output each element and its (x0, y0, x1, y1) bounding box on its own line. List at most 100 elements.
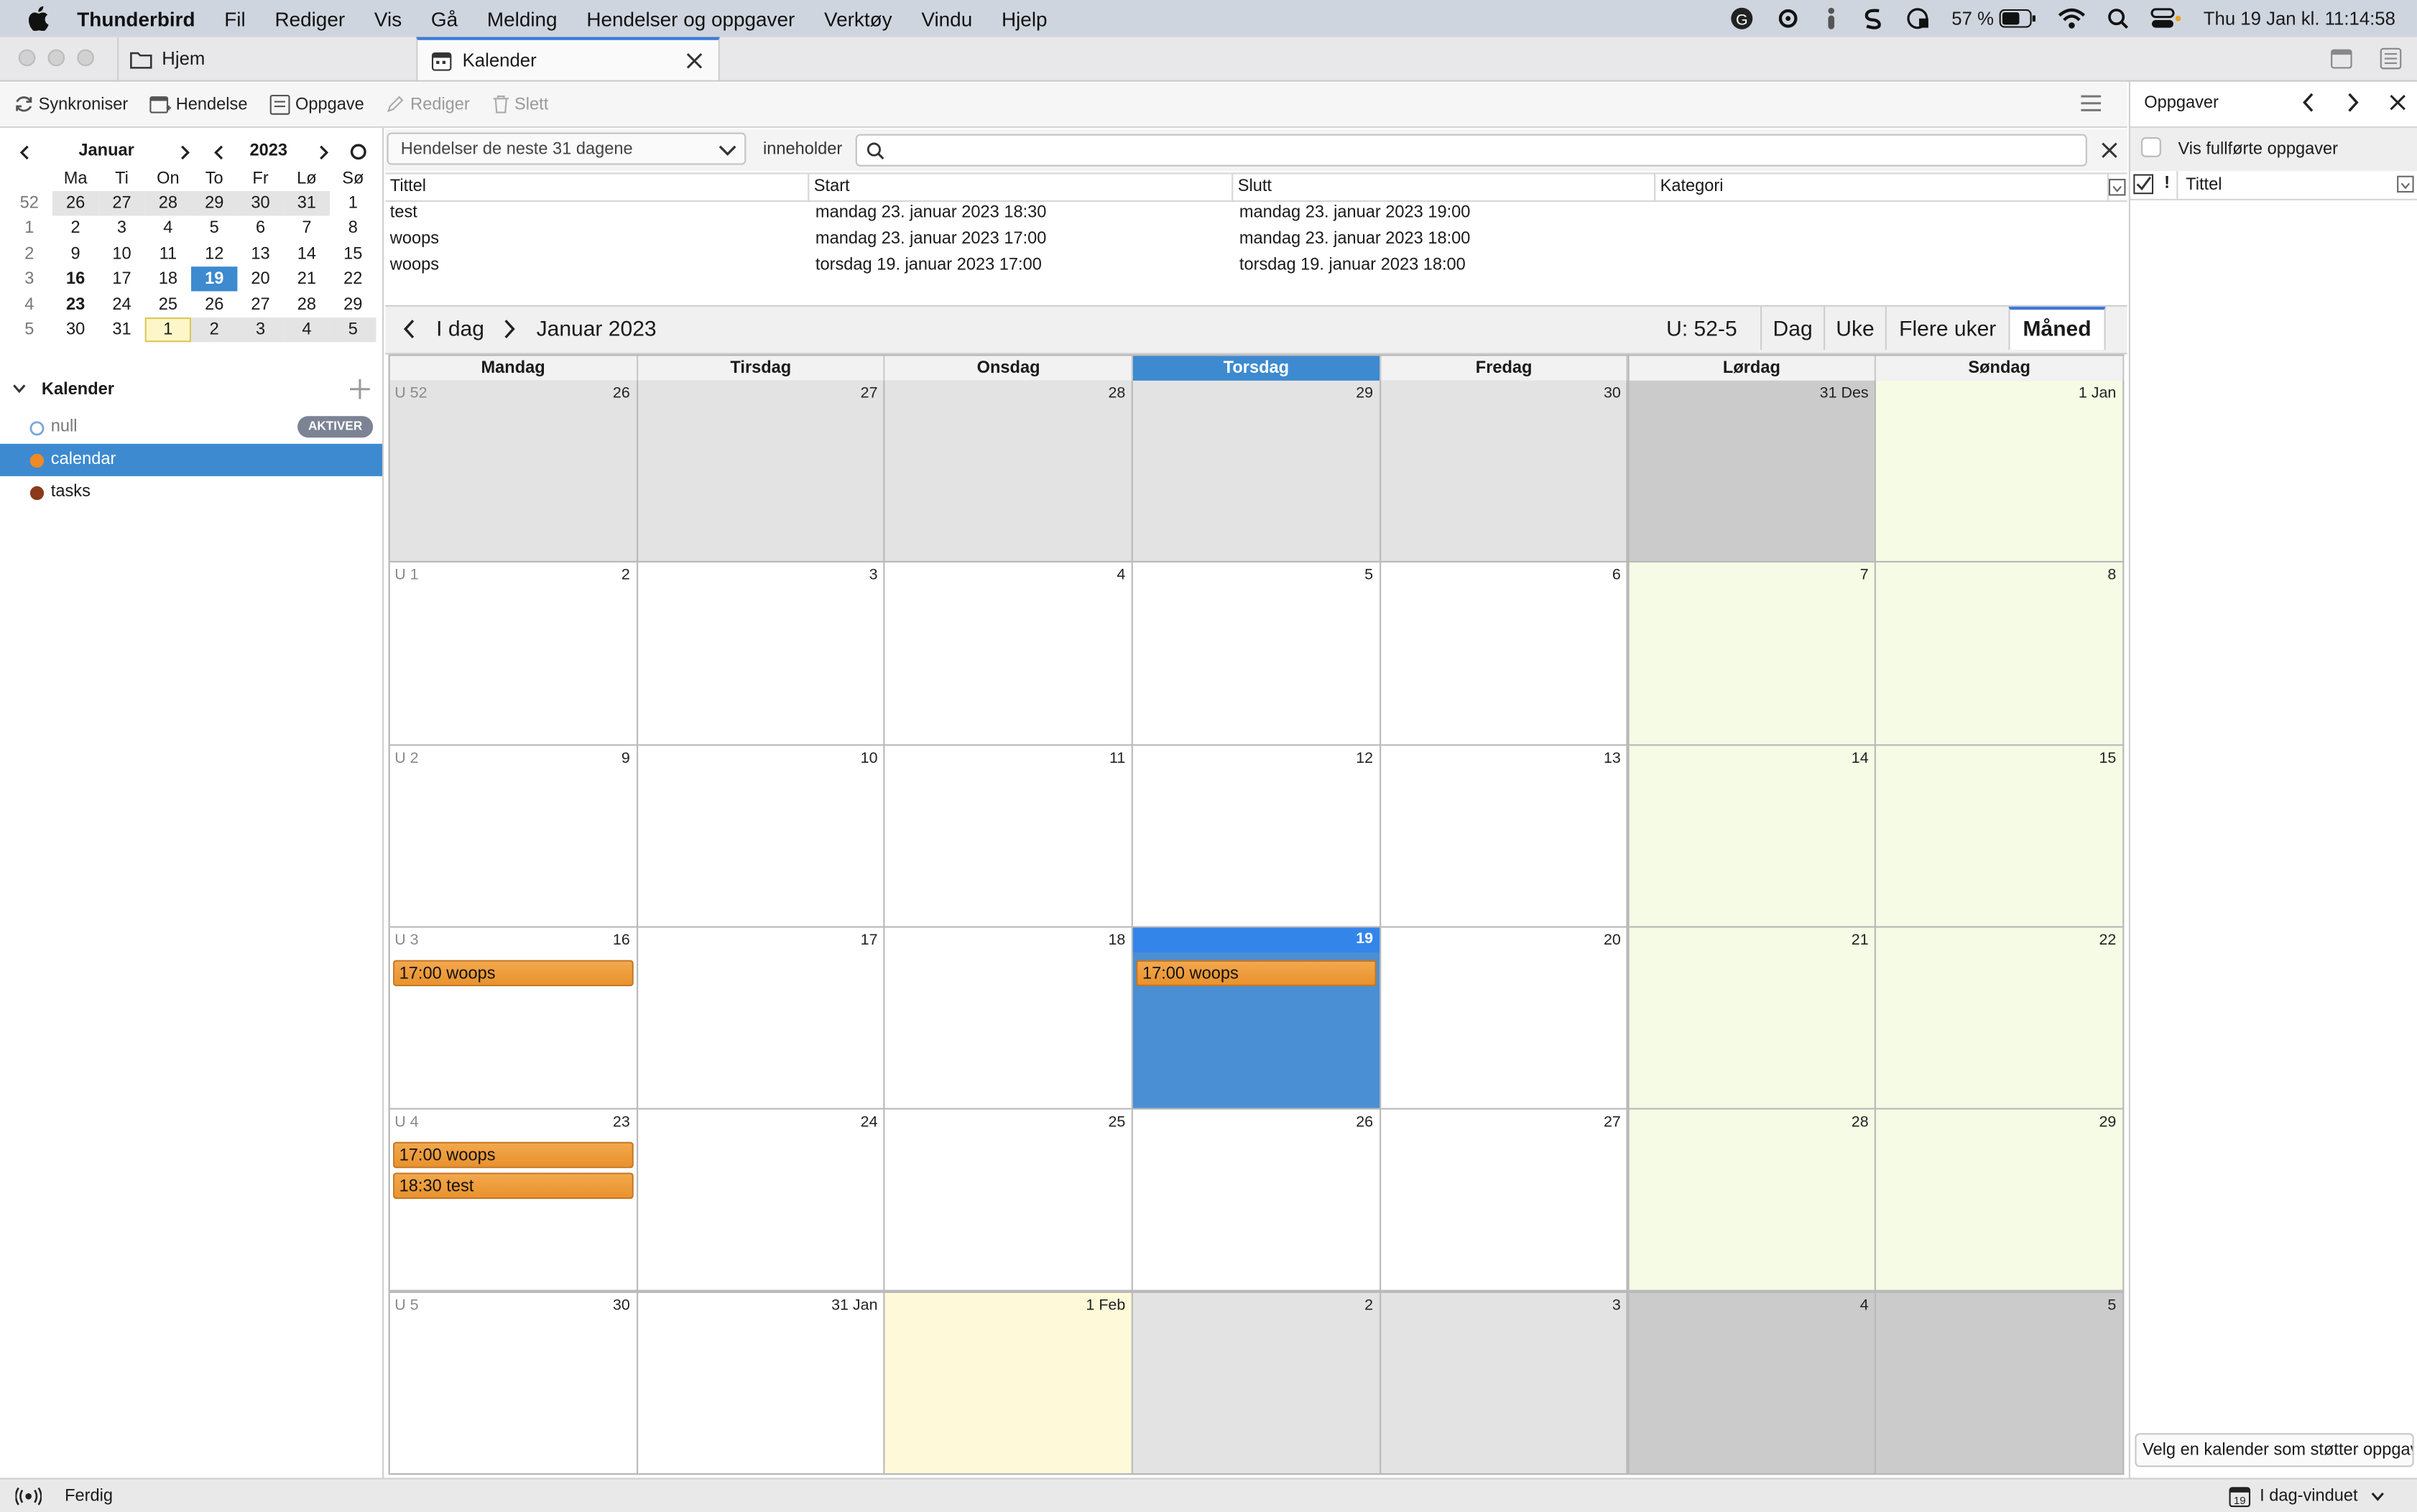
day-number: 8 (2107, 567, 2117, 585)
today-pane-next-icon[interactable] (2346, 93, 2360, 113)
day-number: 30 (612, 1297, 630, 1314)
month-day-cell[interactable]: 25 (885, 1110, 1134, 1292)
day-number: 1 Jan (2078, 385, 2117, 402)
new-task-placeholder: Velg en kalender som støtter oppgaver (2143, 1440, 2414, 1460)
today-pane-prev-icon[interactable] (2301, 93, 2315, 113)
day-number: 27 (860, 385, 878, 402)
month-day-cell[interactable]: 20 (1380, 927, 1629, 1110)
month-day-cell[interactable]: 1 Jan (1876, 380, 2125, 563)
week-number-label: U 5 (394, 1297, 419, 1314)
day-number: 2 (621, 567, 630, 585)
new-task-input[interactable]: Velg en kalender som støtter oppgaver (2135, 1433, 2414, 1467)
show-completed-label[interactable]: Vis fullførte oppgaver (2178, 140, 2338, 159)
day-number: 23 (612, 1114, 630, 1132)
month-day-cell[interactable]: 19 (1133, 927, 1381, 1110)
month-day-cell[interactable]: 3 (637, 562, 886, 746)
month-day-cell[interactable]: 30 (1380, 380, 1629, 563)
month-day-cell[interactable]: 29 (1876, 1110, 2125, 1292)
day-number: 26 (612, 385, 630, 402)
month-day-cell[interactable]: 29 (1133, 380, 1381, 563)
day-number: 4 (1117, 567, 1126, 585)
calendar-event-1[interactable]: 17:00 woops (1136, 960, 1377, 986)
month-day-cell[interactable]: 28 (885, 380, 1134, 563)
month-day-cell[interactable]: U 3 16 (389, 927, 638, 1110)
day-header-tirsdag: Tirsdag (637, 356, 886, 381)
month-day-cell[interactable]: 22 (1876, 927, 2125, 1110)
month-day-cell[interactable]: 31 Jan (637, 1291, 886, 1475)
month-day-cell[interactable]: 15 (1876, 745, 2125, 928)
column-picker-icon[interactable] (2397, 175, 2414, 193)
month-day-cell[interactable]: 4 (885, 562, 1134, 746)
calendar-event-0[interactable]: 17:00 woops (393, 960, 634, 986)
month-day-cell[interactable]: 11 (885, 745, 1134, 928)
day-number: 14 (1851, 749, 1869, 767)
day-number: 28 (1851, 1114, 1869, 1132)
today-pane-title: Oppgaver (2144, 93, 2219, 113)
day-number: 20 (1603, 932, 1621, 950)
day-number: 13 (1603, 749, 1621, 767)
online-status-icon[interactable] (15, 1487, 42, 1506)
task-list-header: ! Tittel (2130, 171, 2417, 200)
day-number: 29 (2099, 1114, 2117, 1132)
calendar-event-2[interactable]: 17:00 woops (393, 1142, 634, 1169)
week-number-label: U 2 (394, 749, 419, 767)
day-number: 10 (860, 749, 878, 767)
day-number: 12 (1356, 749, 1374, 767)
week-number-label: U 52 (394, 385, 428, 402)
month-day-cell[interactable]: 24 (637, 1110, 886, 1292)
today-pane-date-icon[interactable]: 19 (2229, 1485, 2251, 1508)
month-day-cell[interactable]: 26 (1133, 1110, 1381, 1292)
day-number: 4 (1859, 1297, 1869, 1314)
month-day-cell[interactable]: 14 (1628, 745, 1877, 928)
month-day-cell[interactable]: U 5 30 (389, 1291, 638, 1475)
task-title-column[interactable]: Tittel (2186, 176, 2222, 195)
calendar-event-3[interactable]: 18:30 test (393, 1173, 634, 1200)
day-number: 16 (612, 932, 630, 950)
close-pane-icon[interactable] (2389, 94, 2406, 111)
month-day-cell[interactable]: 31 Des (1628, 380, 1877, 563)
month-day-cell[interactable]: 27 (637, 380, 886, 563)
day-number: 2 (1364, 1297, 1374, 1314)
day-number: 22 (2099, 932, 2117, 950)
month-day-cell[interactable]: 8 (1876, 562, 2125, 746)
day-number: 24 (860, 1114, 878, 1132)
week-number-label: U 1 (394, 567, 419, 585)
month-day-cell[interactable]: 18 (885, 927, 1134, 1110)
month-day-cell[interactable]: 10 (637, 745, 886, 928)
month-view-cells: Mandag Tirsdag Onsdag Torsdag Fredag Lørdag Sø… (0, 0, 2417, 1512)
today-pane-toggle-label[interactable]: I dag-vinduet (2260, 1487, 2357, 1506)
month-day-cell[interactable]: 13 (1380, 745, 1629, 928)
show-completed-checkbox[interactable] (2140, 136, 2161, 157)
month-day-cell[interactable]: 6 (1380, 562, 1629, 746)
svg-text:19: 19 (2234, 1495, 2246, 1507)
month-day-cell[interactable]: 12 (1133, 745, 1381, 928)
day-number: 3 (1612, 1297, 1621, 1314)
month-day-cell[interactable]: U 2 9 (389, 745, 638, 928)
month-day-cell[interactable]: 7 (1628, 562, 1877, 746)
month-day-cell[interactable]: 4 (1628, 1291, 1877, 1475)
month-day-cell[interactable]: 21 (1628, 927, 1877, 1110)
month-day-cell[interactable]: 27 (1380, 1110, 1629, 1292)
month-day-cell[interactable]: 3 (1380, 1291, 1629, 1475)
day-number: 29 (1356, 385, 1374, 402)
priority-column[interactable]: ! (2164, 174, 2170, 193)
month-day-cell[interactable]: 5 (1133, 562, 1381, 746)
day-header-mandag: Mandag (389, 356, 638, 381)
completed-column-checkmark-icon[interactable] (2133, 174, 2154, 195)
day-number: 17 (860, 932, 878, 950)
status-text: Ferdig (65, 1487, 114, 1506)
month-day-cell[interactable]: 17 (637, 927, 886, 1110)
day-number: 31 Jan (831, 1297, 878, 1314)
day-number: 5 (2107, 1297, 2117, 1314)
month-day-cell[interactable]: 28 (1628, 1110, 1877, 1292)
day-number: 31 Des (1819, 385, 1869, 402)
day-number: 27 (1603, 1114, 1621, 1132)
month-day-cell[interactable]: U 52 26 (389, 380, 638, 563)
month-day-cell[interactable]: 2 (1133, 1291, 1381, 1475)
day-header-torsdag: Torsdag (1133, 356, 1381, 381)
month-day-cell[interactable]: 5 (1876, 1291, 2125, 1475)
month-day-cell[interactable]: U 4 23 (389, 1110, 638, 1292)
chevron-down-icon[interactable] (2371, 1492, 2385, 1503)
month-day-cell[interactable]: 1 Feb (885, 1291, 1134, 1475)
month-day-cell[interactable]: U 1 2 (389, 562, 638, 746)
